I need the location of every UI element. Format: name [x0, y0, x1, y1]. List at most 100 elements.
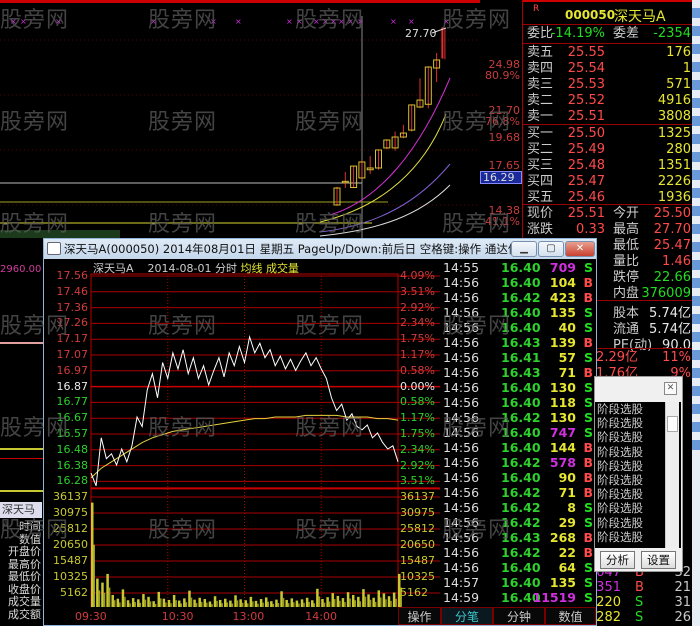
volume-bar [377, 590, 381, 607]
tab-minutes[interactable]: 分钟 [493, 607, 545, 625]
price-tick: 16.57 [56, 427, 89, 440]
tick-row[interactable]: 14:56 16.40 144 B [441, 440, 596, 455]
intraday-window[interactable]: 深天马A(000050) 2014年08月01日 星期五 PageUp/Down… [43, 238, 597, 626]
stat-label: 涨跌 [527, 222, 554, 237]
volume-bar [229, 600, 232, 607]
tick-list[interactable]: 14:55 16.40 709 S 14:56 16.40 104 B 14:56 16.42 42… [441, 259, 596, 607]
tab-values[interactable]: 数值 [545, 607, 596, 625]
tool-icon[interactable] [692, 440, 700, 450]
tick-row[interactable]: 14:56 16.40 135 S [441, 305, 596, 320]
tick-row[interactable]: 14:56 16.42 71 B [441, 485, 596, 500]
tick-row[interactable]: 14:59 16.40 11519 S [441, 590, 596, 605]
trade-count: 21 [674, 580, 691, 595]
daily-kline-chart[interactable]: × × × × × × × × × × × × × × × × × 27.70 [0, 0, 480, 238]
tick-row[interactable]: 14:56 16.40 90 B [441, 470, 596, 485]
dialog-close-button[interactable]: ✕ [664, 382, 677, 395]
tool-icon[interactable] [692, 422, 700, 432]
scroll-thumb[interactable] [667, 416, 678, 432]
tool-icon[interactable] [692, 170, 700, 180]
tool-icon[interactable] [692, 386, 700, 396]
volume-bar [372, 597, 375, 607]
tool-icon[interactable] [692, 116, 700, 126]
volume-bar [221, 603, 223, 607]
pct-tick: 4.09% [400, 269, 435, 282]
pct-tick: 3.51% [400, 284, 435, 298]
tool-icon[interactable] [692, 98, 700, 108]
tick-row[interactable]: 14:56 16.42 22 B [441, 545, 596, 560]
tick-row[interactable]: 14:56 16.41 57 S [441, 350, 596, 365]
tool-icon[interactable] [692, 314, 700, 324]
tool-icon[interactable] [692, 368, 700, 378]
stock-picker-dialog[interactable]: ✕ 阶段选股 阶段选股 阶段选股 阶段选股 阶段选股 阶段选股 阶段选股 阶段选股 阶段选股 阶段… [594, 376, 683, 572]
tick-row[interactable]: 14:56 16.42 8 S [441, 500, 596, 515]
tick-row[interactable]: 14:56 16.40 40 S [441, 320, 596, 335]
signal-marker: × [286, 17, 293, 26]
tick-side: S [583, 425, 593, 440]
tool-icon[interactable] [692, 152, 700, 162]
tool-icon[interactable] [692, 188, 700, 198]
tool-icon[interactable] [692, 350, 700, 360]
stat-value: 25.50 [653, 206, 691, 221]
tick-row[interactable]: 14:56 16.42 130 S [441, 410, 596, 425]
intraday-chart[interactable] [44, 239, 441, 607]
tool-icon[interactable] [692, 296, 700, 306]
tool-icon[interactable] [692, 224, 700, 234]
high-annotation: 27.70 [405, 27, 437, 40]
tick-row[interactable]: 14:56 16.40 64 S [441, 560, 596, 575]
tick-row[interactable]: 14:56 16.40 747 S [441, 425, 596, 440]
volume-bar [313, 603, 316, 607]
volume-bar [180, 603, 182, 607]
tick-row[interactable]: 14:56 16.40 118 S [441, 395, 596, 410]
tool-icon[interactable] [692, 332, 700, 342]
volume-bar [160, 598, 162, 607]
tick-row[interactable]: 14:56 16.43 268 B [441, 530, 596, 545]
volume-bar [124, 596, 126, 607]
tool-icon[interactable] [692, 260, 700, 270]
volume-bar [321, 599, 324, 607]
tool-icon[interactable] [692, 134, 700, 144]
tool-icon[interactable] [692, 242, 700, 252]
tick-row[interactable]: 14:56 16.40 104 B [441, 275, 596, 290]
tab-ticks[interactable]: 分笔 [441, 607, 493, 625]
pct-tick: 1.17% [400, 348, 435, 361]
analyze-button[interactable]: 分析 [600, 551, 635, 569]
stat-label: 量比 [613, 254, 640, 269]
tool-icon[interactable] [692, 278, 700, 288]
close-button[interactable]: ✕ [565, 241, 595, 257]
minimize-button[interactable]: ▁ [511, 241, 537, 257]
tool-icon[interactable] [692, 206, 700, 216]
tool-icon[interactable] [692, 62, 700, 72]
volume-bar [395, 598, 397, 607]
tool-icon[interactable] [692, 404, 700, 414]
maximize-button[interactable]: ▢ [538, 241, 564, 257]
tick-row[interactable]: 14:56 16.43 71 B [441, 365, 596, 380]
tick-row[interactable]: 14:56 16.40 130 S [441, 380, 596, 395]
tab-operate[interactable]: 操作 [398, 607, 441, 625]
tool-icon[interactable] [692, 44, 700, 54]
volume-bar [369, 599, 372, 607]
tool-icon[interactable] [692, 26, 700, 36]
volume-legend[interactable]: 成交量 [266, 262, 299, 275]
scrollbar[interactable] [665, 402, 679, 548]
tick-row[interactable]: 14:56 16.42 578 B [441, 455, 596, 470]
tick-volume: 22 [558, 545, 576, 560]
toolbar-strip[interactable] [692, 0, 700, 626]
settings-button[interactable]: 设置 [641, 551, 676, 569]
tick-row[interactable]: 14:56 16.42 423 B [441, 290, 596, 305]
level-label: 买二 [527, 142, 554, 157]
tool-icon[interactable] [692, 8, 700, 18]
tick-row[interactable]: 14:56 16.43 139 B [441, 335, 596, 350]
volume-bar [385, 599, 387, 607]
tick-row[interactable]: 14:57 16.40 135 S [441, 575, 596, 590]
tick-row[interactable]: 14:55 16.40 709 S [441, 260, 596, 275]
volume-bar [362, 589, 365, 607]
tool-icon[interactable] [692, 80, 700, 90]
stat-value: 0.33 [576, 222, 605, 237]
volume-bar [234, 595, 237, 607]
tick-side: S [583, 395, 593, 410]
avg-legend[interactable]: 均线 [240, 262, 262, 275]
tick-time: 14:56 [443, 560, 480, 575]
tick-row[interactable]: 14:56 16.42 29 S [441, 515, 596, 530]
volume-bar [247, 603, 249, 607]
stock-label[interactable]: 深天马A [0, 502, 42, 532]
